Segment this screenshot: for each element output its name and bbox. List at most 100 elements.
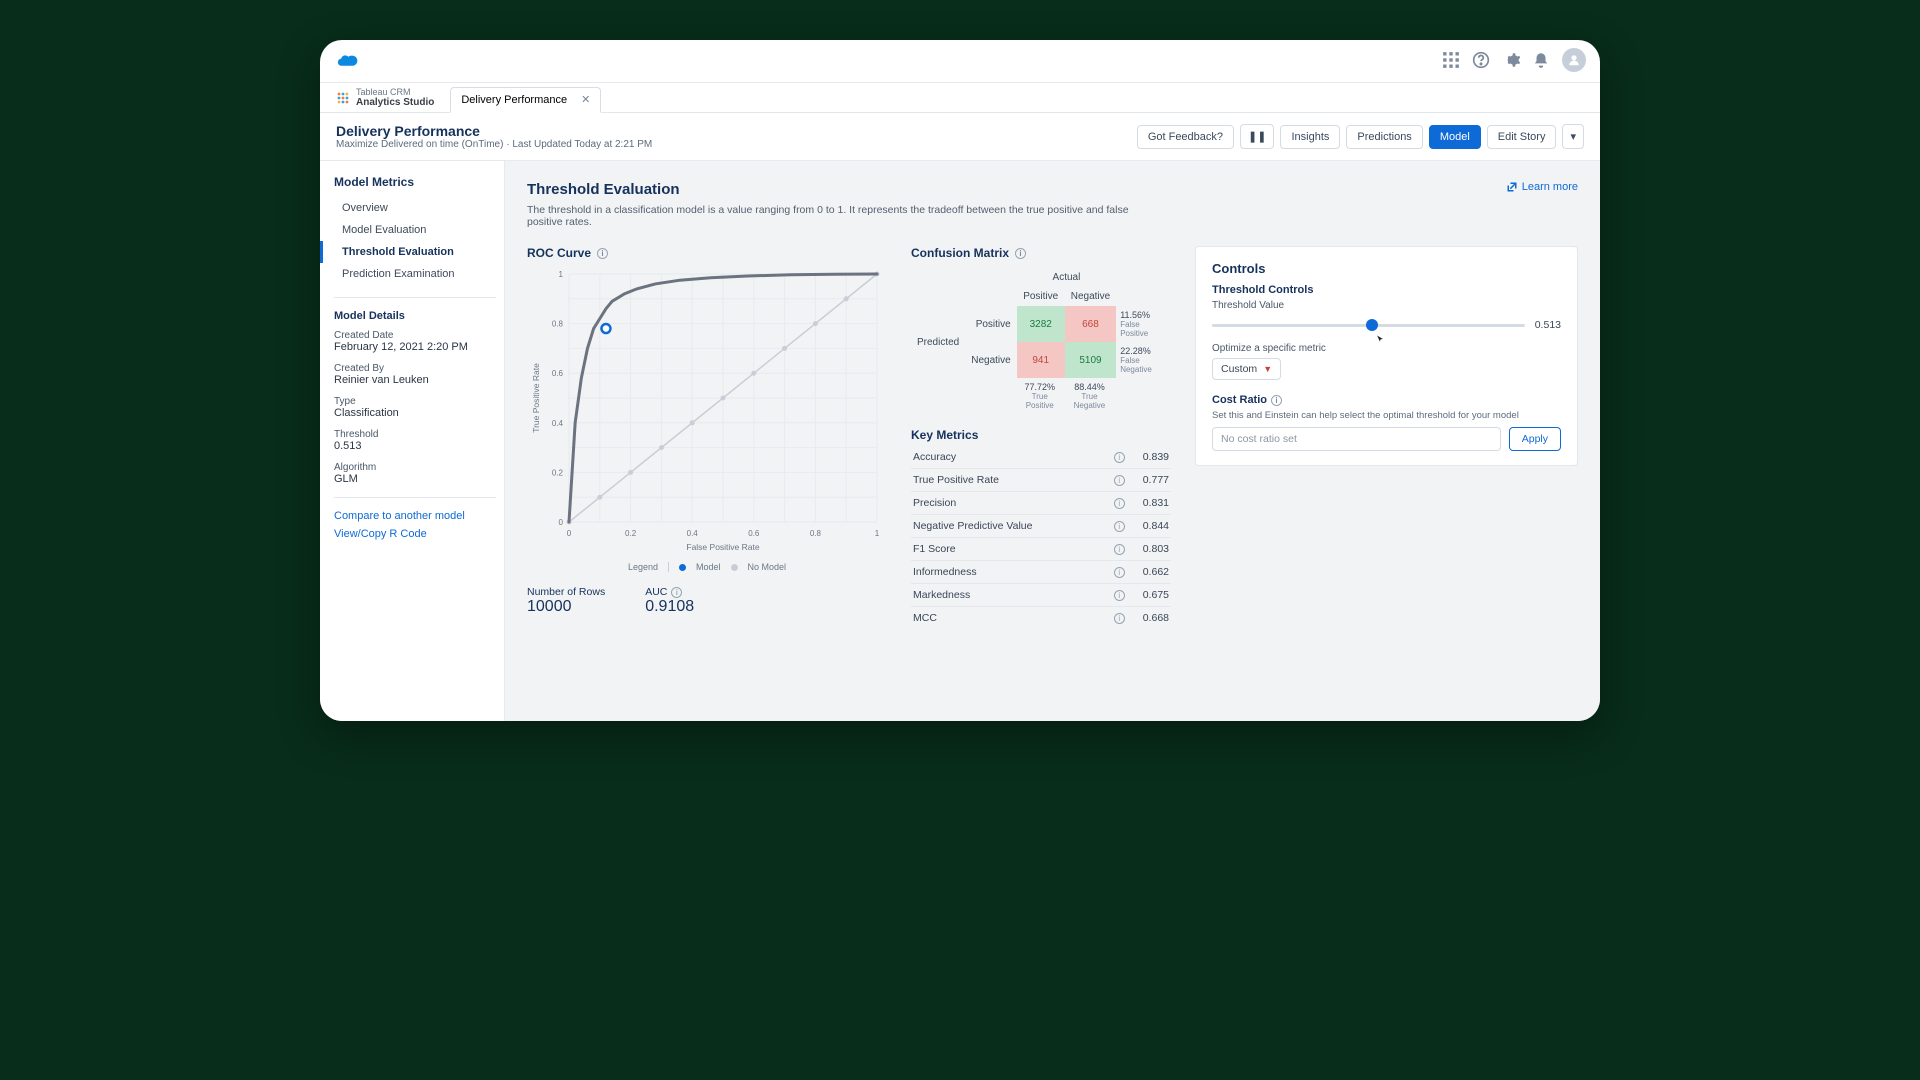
info-icon[interactable]: i [1114, 544, 1125, 555]
svg-text:0.2: 0.2 [625, 529, 637, 538]
metric-row: MCCi0.668 [911, 606, 1171, 629]
info-icon[interactable]: i [1114, 498, 1125, 509]
roc-section: ROC Curvei 000.20.20.40.40.60.60.80.811F… [527, 246, 887, 616]
cm-tp: 3282 [1017, 306, 1065, 342]
threshold-controls-heading: Threshold Controls [1212, 284, 1561, 296]
sidebar-heading: Model Metrics [334, 175, 504, 189]
threshold-value: 0.513 [1535, 319, 1561, 331]
svg-text:True Positive Rate: True Positive Rate [531, 363, 541, 433]
insights-button[interactable]: Insights [1280, 125, 1340, 149]
detail-threshold-label: Threshold [334, 429, 504, 440]
cost-ratio-desc: Set this and Einstein can help select th… [1212, 410, 1561, 421]
svg-text:False Positive Rate: False Positive Rate [686, 542, 759, 552]
workspace-tabs: Tableau CRM Analytics Studio Delivery Pe… [320, 83, 1600, 113]
svg-text:0.8: 0.8 [810, 529, 822, 538]
detail-created-date-label: Created Date [334, 330, 504, 341]
root-tab-line2: Analytics Studio [356, 98, 434, 109]
detail-type: Classification [334, 407, 504, 419]
info-icon[interactable]: i [1114, 475, 1125, 486]
learn-more-link[interactable]: Learn more [1506, 181, 1578, 193]
metrics-section: Confusion Matrix i Actual PositiveNegativ… [911, 246, 1171, 629]
metric-row: Informednessi0.662 [911, 560, 1171, 583]
sidebar-item-prediction-examination[interactable]: Prediction Examination [320, 263, 504, 285]
detail-created-date: February 12, 2021 2:20 PM [334, 341, 504, 353]
cost-ratio-input[interactable]: No cost ratio set [1212, 427, 1501, 451]
confusion-title: Confusion Matrix [911, 246, 1009, 260]
info-icon[interactable]: i [1114, 452, 1125, 463]
model-details-heading: Model Details [334, 310, 504, 322]
slider-thumb-icon[interactable] [1366, 319, 1378, 331]
svg-text:0.2: 0.2 [552, 468, 564, 477]
rows-label: Number of Rows [527, 586, 605, 598]
svg-text:0.6: 0.6 [748, 529, 760, 538]
controls-card: Controls Threshold Controls Threshold Va… [1195, 246, 1578, 466]
page-subtitle: Maximize Delivered on time (OnTime) · La… [336, 139, 652, 150]
detail-algorithm-label: Algorithm [334, 462, 504, 473]
svg-text:1: 1 [559, 270, 564, 279]
notifications-bell-icon[interactable] [1532, 51, 1550, 69]
info-icon[interactable]: i [1114, 521, 1125, 532]
help-icon[interactable] [1472, 51, 1490, 69]
svg-text:0: 0 [559, 518, 564, 527]
metric-row: Markednessi0.675 [911, 583, 1171, 606]
cm-fp: 941 [1017, 342, 1065, 378]
app-launcher-icon[interactable] [1442, 51, 1460, 69]
detail-threshold: 0.513 [334, 440, 504, 452]
more-actions-button[interactable]: ▾ [1562, 124, 1584, 149]
close-tab-icon[interactable]: ✕ [581, 93, 590, 106]
optimize-label: Optimize a specific metric [1212, 343, 1561, 354]
cost-ratio-heading: Cost Ratio [1212, 394, 1267, 406]
detail-algorithm: GLM [334, 473, 504, 485]
info-icon[interactable]: i [1271, 395, 1282, 406]
svg-text:0.4: 0.4 [687, 529, 699, 538]
info-icon[interactable]: i [1015, 248, 1026, 259]
tab-label: Delivery Performance [461, 94, 567, 106]
optimize-metric-select[interactable]: Custom ▼ [1212, 358, 1281, 380]
metric-row: Precisioni0.831 [911, 491, 1171, 514]
view-r-code-link[interactable]: View/Copy R Code [334, 528, 504, 540]
detail-created-by-label: Created By [334, 363, 504, 374]
auc-value: 0.9108 [645, 598, 694, 616]
apply-button[interactable]: Apply [1509, 427, 1561, 451]
cursor-icon [1374, 332, 1386, 350]
confusion-matrix: Actual PositiveNegative Predicted Positi… [911, 268, 1171, 414]
info-icon[interactable]: i [597, 248, 608, 259]
sidebar-item-threshold-evaluation[interactable]: Threshold Evaluation [320, 241, 504, 263]
info-icon[interactable]: i [1114, 567, 1125, 578]
svg-text:0.6: 0.6 [552, 369, 564, 378]
edit-story-button[interactable]: Edit Story [1487, 125, 1557, 149]
roc-title: ROC Curve [527, 246, 591, 260]
cm-tn: 5109 [1065, 342, 1116, 378]
compare-model-link[interactable]: Compare to another model [334, 510, 504, 522]
content-title: Threshold Evaluation [527, 181, 1167, 198]
pause-button[interactable]: ❚❚ [1240, 124, 1274, 149]
page-title: Delivery Performance [336, 123, 652, 139]
detail-created-by: Reinier van Leuken [334, 374, 504, 386]
svg-text:0.8: 0.8 [552, 320, 564, 329]
auc-label: AUC [645, 586, 667, 598]
root-app-tab[interactable]: Tableau CRM Analytics Studio [326, 84, 444, 112]
sidebar-item-overview[interactable]: Overview [320, 197, 504, 219]
threshold-slider[interactable]: 0.513 [1212, 315, 1561, 335]
metric-row: F1 Scorei0.803 [911, 537, 1171, 560]
left-sidebar: Model Metrics Overview Model Evaluation … [320, 161, 505, 721]
info-icon[interactable]: i [1114, 613, 1125, 624]
user-avatar-icon[interactable] [1562, 48, 1586, 72]
roc-chart: 000.20.20.40.40.60.60.80.811False Positi… [527, 268, 887, 558]
controls-title: Controls [1212, 261, 1561, 276]
rows-value: 10000 [527, 598, 605, 616]
model-button[interactable]: Model [1429, 125, 1481, 149]
svg-text:1: 1 [875, 529, 880, 538]
info-icon[interactable]: i [671, 587, 682, 598]
tab-delivery-performance[interactable]: Delivery Performance ✕ [450, 87, 601, 113]
sidebar-item-model-evaluation[interactable]: Model Evaluation [320, 219, 504, 241]
settings-gear-icon[interactable] [1502, 51, 1520, 69]
key-metrics-title: Key Metrics [911, 428, 978, 442]
roc-legend: Legend Model No Model [527, 562, 887, 572]
cm-fn: 668 [1065, 306, 1116, 342]
detail-type-label: Type [334, 396, 504, 407]
metric-row: Negative Predictive Valuei0.844 [911, 514, 1171, 537]
predictions-button[interactable]: Predictions [1346, 125, 1422, 149]
got-feedback-button[interactable]: Got Feedback? [1137, 125, 1234, 149]
info-icon[interactable]: i [1114, 590, 1125, 601]
